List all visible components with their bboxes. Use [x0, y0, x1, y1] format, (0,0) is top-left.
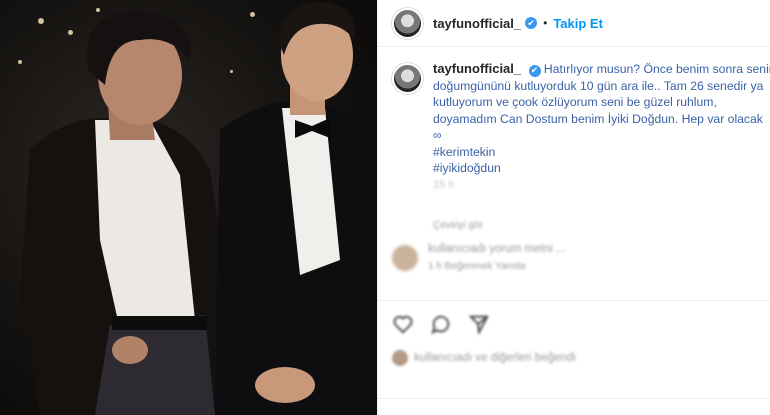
author-username[interactable]: tayfunofficial_ [433, 16, 521, 31]
header-separator: • [543, 16, 548, 30]
likes-text: kullanıcıadı ve diğerleri beğendi [414, 352, 576, 364]
post-photo[interactable]: ds [0, 0, 377, 415]
caption-avatar[interactable] [392, 63, 423, 94]
hashtag-link[interactable]: #kerimtekin [433, 144, 770, 161]
verified-badge-icon: ✔ [525, 17, 538, 29]
comment-content: kullanıcıadı yorum metni ... 1 h Beğenme… [428, 243, 565, 272]
caption-timestamp: 15 h [433, 178, 455, 191]
section-divider [378, 398, 770, 399]
share-icon[interactable] [468, 313, 490, 336]
liker-avatar [392, 350, 408, 366]
section-divider [378, 300, 770, 301]
follow-button[interactable]: Takip Et [553, 16, 603, 31]
caption-body: tayfunofficial_ ✔ Hatırlıyor musun? Önce… [433, 61, 770, 193]
caption-line: doğumgününü kutluyorduk 10 gün ara ile..… [433, 78, 764, 93]
infinity-emoji: ∞ [433, 128, 442, 142]
photo-figures [20, 2, 377, 415]
view-translation-link[interactable]: Çeviriyi gör [433, 220, 483, 231]
left-man-belt [112, 316, 207, 330]
left-man-hand [112, 336, 148, 364]
caption-username[interactable]: tayfunofficial_ [433, 61, 521, 76]
comment-icon[interactable] [430, 313, 452, 335]
comment-text: kullanıcıadı yorum metni ... [428, 243, 566, 255]
caption-text-rest: doğumgününü kutluyorduk 10 gün ara ile..… [433, 78, 770, 194]
post-side-panel: tayfunofficial_ ✔ • Takip Et tayfunoffic… [377, 0, 770, 415]
author-avatar[interactable] [392, 7, 423, 39]
verified-badge-icon: ✔ [528, 64, 541, 77]
post-caption: tayfunofficial_ ✔ Hatırlıyor musun? Önce… [378, 47, 770, 193]
caption-text: Hatırlıyor musun? Önce benim sonra senin [544, 62, 770, 76]
comment-meta: 1 h Beğenmek Yanıtla [428, 261, 526, 272]
commenter-avatar[interactable] [392, 244, 418, 271]
likes-summary[interactable]: kullanıcıadı ve diğerleri beğendi [392, 350, 576, 366]
caption-line: doyamadım Can Dostum benim İyiki Doğdun.… [433, 111, 763, 126]
comment-item: kullanıcıadı yorum metni ... 1 h Beğenme… [392, 243, 565, 272]
heart-icon[interactable] [392, 313, 414, 335]
hashtag-link[interactable]: #iyikidoğdun [433, 160, 770, 177]
caption-line: Hatırlıyor musun? Önce benim sonra senin [543, 62, 770, 76]
post-actions [392, 313, 490, 336]
right-man-hand [255, 367, 315, 403]
post-header: tayfunofficial_ ✔ • Takip Et [378, 0, 770, 47]
caption-line: kutluyorum ve çook özlüyorum seni be güz… [433, 95, 717, 109]
